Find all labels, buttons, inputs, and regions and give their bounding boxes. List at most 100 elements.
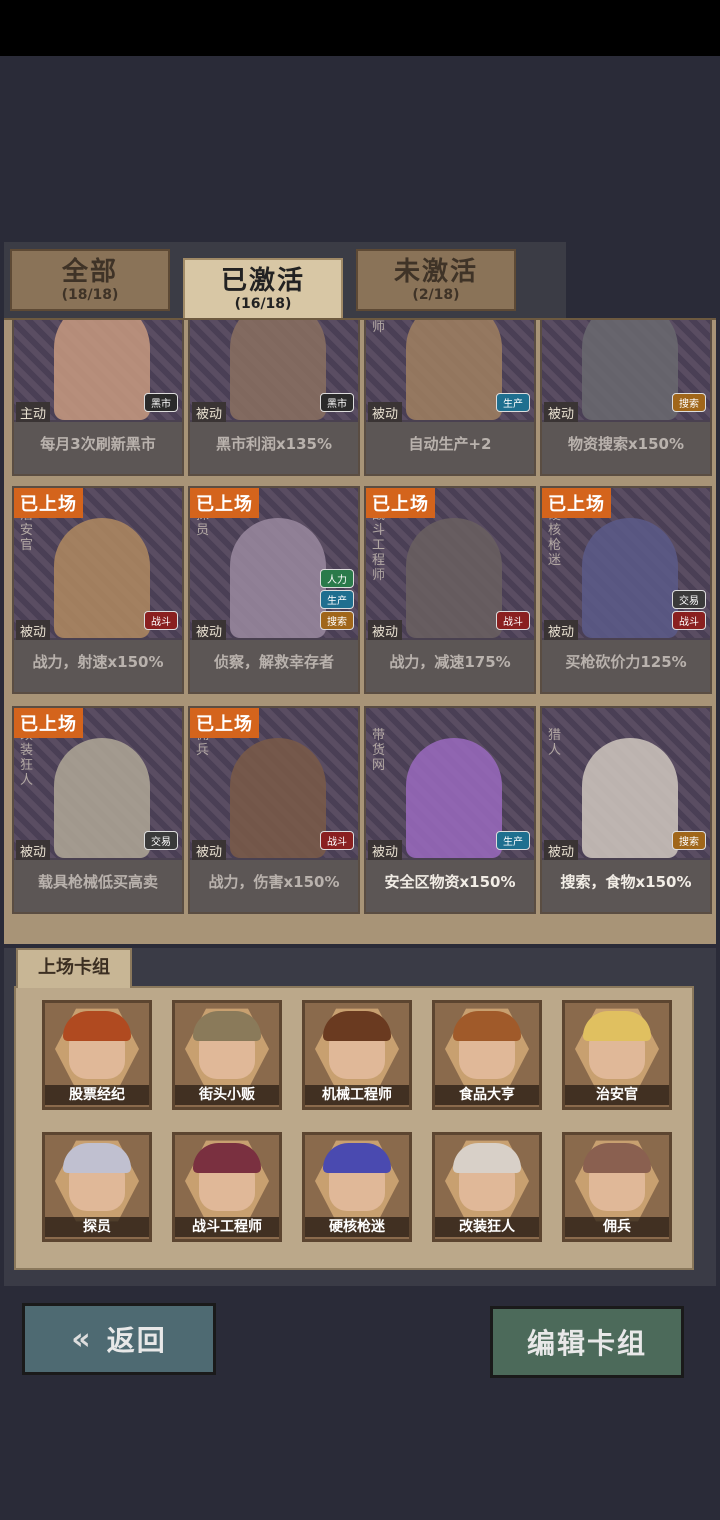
deck-slot[interactable]: 街头小贩 xyxy=(172,1000,282,1110)
card-tags: 人力 生产 搜索 xyxy=(320,569,354,630)
avatar-hair xyxy=(453,1011,521,1041)
card-grid: 经纪主动黑市每月3次刷新黑市小贩被动黑市黑市利润x135%工程师被动生产自动生产… xyxy=(12,320,712,920)
card-tag: 交易 xyxy=(144,831,178,850)
avatar-hair xyxy=(63,1011,131,1041)
card-tags: 黑市 xyxy=(144,393,178,412)
card-panel: 经纪主动黑市每月3次刷新黑市小贩被动黑市黑市利润x135%工程师被动生产自动生产… xyxy=(4,318,716,944)
character-portrait xyxy=(582,320,678,420)
tab-activated[interactable]: 已激活 (16/18) xyxy=(183,258,343,320)
card-tags: 交易 战斗 xyxy=(672,590,706,630)
card-tag: 交易 xyxy=(672,590,706,609)
card-mode: 被动 xyxy=(368,840,403,861)
edit-deck-button-label: 编辑卡组 xyxy=(526,1327,647,1360)
card-description: 战力，射速x150% xyxy=(14,640,182,692)
character-card[interactable]: 佣兵被动战斗战力，伤害x150%已上场 xyxy=(188,706,360,914)
card-role-vertical: 战斗工程师 xyxy=(372,508,386,583)
card-tags: 战斗 xyxy=(144,611,178,630)
deck-slot[interactable]: 探员 xyxy=(42,1132,152,1242)
character-portrait xyxy=(406,518,502,638)
card-tag: 生产 xyxy=(496,831,530,850)
tab-inactive-count: (2/18) xyxy=(412,287,460,303)
onstage-badge: 已上场 xyxy=(190,488,259,518)
character-card[interactable]: 经纪主动黑市每月3次刷新黑市 xyxy=(12,320,184,476)
card-description: 战力，减速175% xyxy=(366,640,534,692)
character-card[interactable]: 战斗工程师被动 战斗战力，减速175% 已上场 xyxy=(364,486,536,694)
avatar-hair xyxy=(323,1143,391,1173)
character-card[interactable]: 改装狂人被动交易载具枪械低买高卖已上场 xyxy=(12,706,184,914)
character-portrait xyxy=(406,320,502,420)
deck-slot[interactable]: 食品大亨 xyxy=(432,1000,542,1110)
deck-slot[interactable]: 股票经纪 xyxy=(42,1000,152,1110)
deck-slot[interactable]: 机械工程师 xyxy=(302,1000,412,1110)
character-card[interactable]: 猎人 被动 搜索 搜索，食物x150% xyxy=(540,706,712,914)
deck-slot-label: 机械工程师 xyxy=(305,1085,409,1105)
character-portrait xyxy=(582,518,678,638)
character-card[interactable]: 硬核枪迷被动交易战斗买枪砍价力125%已上场 xyxy=(540,486,712,694)
character-card[interactable]: 工程师被动 生产自动生产+2 xyxy=(364,320,536,476)
edit-deck-button[interactable]: 编辑卡组 xyxy=(490,1306,684,1378)
card-tags: 搜索 xyxy=(672,393,706,412)
character-card[interactable]: 被动 搜索 物资搜索x150% xyxy=(540,320,712,476)
card-tags: 交易 xyxy=(144,831,178,850)
card-role-vertical: 带货网 xyxy=(372,728,386,773)
tab-inactive[interactable]: 未激活 (2/18) xyxy=(356,249,516,311)
back-button[interactable]: « 返回 xyxy=(22,1303,216,1375)
character-portrait xyxy=(230,738,326,858)
card-mode: 被动 xyxy=(192,620,227,641)
onstage-badge: 已上场 xyxy=(190,708,259,738)
avatar-hair xyxy=(453,1143,521,1173)
character-portrait xyxy=(230,518,326,638)
deck-title: 上场卡组 xyxy=(16,948,132,988)
card-mode: 被动 xyxy=(544,402,579,423)
onstage-badge: 已上场 xyxy=(14,488,83,518)
deck-slot-label: 战斗工程师 xyxy=(175,1217,279,1237)
character-card[interactable]: 带货网被动 生产安全区物资x150% xyxy=(364,706,536,914)
status-bar xyxy=(0,0,720,56)
tab-activated-title: 已激活 xyxy=(220,266,305,296)
character-card[interactable]: 小贩被动黑市黑市利润x135% xyxy=(188,320,360,476)
deck-slot[interactable]: 硬核枪迷 xyxy=(302,1132,412,1242)
avatar-hair xyxy=(193,1011,261,1041)
deck-slot[interactable]: 治安官 xyxy=(562,1000,672,1110)
card-tag: 搜索 xyxy=(672,393,706,412)
card-role-vertical: 工程师 xyxy=(372,320,386,335)
deck-slot-label: 股票经纪 xyxy=(45,1085,149,1105)
deck-slot-label: 探员 xyxy=(45,1217,149,1237)
card-mode: 被动 xyxy=(16,840,51,861)
card-mode: 被动 xyxy=(16,620,51,641)
character-card[interactable]: 治安官被动战斗战力，射速x150%已上场 xyxy=(12,486,184,694)
deck-slot-label: 治安官 xyxy=(565,1085,669,1105)
onstage-badge: 已上场 xyxy=(542,488,611,518)
card-mode: 被动 xyxy=(544,840,579,861)
card-description: 搜索，食物x150% xyxy=(542,860,710,912)
deck-slot-label: 街头小贩 xyxy=(175,1085,279,1105)
card-tag: 人力 xyxy=(320,569,354,588)
card-description: 买枪砍价力125% xyxy=(542,640,710,692)
avatar-hair xyxy=(323,1011,391,1041)
character-portrait xyxy=(54,738,150,858)
deck-slot-label: 佣兵 xyxy=(565,1217,669,1237)
tab-all-title: 全部 xyxy=(61,257,118,287)
deck-slot[interactable]: 战斗工程师 xyxy=(172,1132,282,1242)
card-mode: 被动 xyxy=(368,402,403,423)
card-tags: 生产 xyxy=(496,831,530,850)
character-portrait xyxy=(406,738,502,858)
card-description: 战力，伤害x150% xyxy=(190,860,358,912)
deck-slot-label: 改装狂人 xyxy=(435,1217,539,1237)
character-card[interactable]: 探员被动人力生产搜索侦察，解救幸存者已上场 xyxy=(188,486,360,694)
card-description: 黑市利润x135% xyxy=(190,422,358,474)
avatar-hair xyxy=(193,1143,261,1173)
tab-all[interactable]: 全部 (18/18) xyxy=(10,249,170,311)
avatar-hair xyxy=(583,1011,651,1041)
avatar-hair xyxy=(583,1143,651,1173)
card-tag: 黑市 xyxy=(144,393,178,412)
character-portrait xyxy=(54,518,150,638)
card-tags: 黑市 xyxy=(320,393,354,412)
card-tags: 战斗 xyxy=(496,611,530,630)
card-description: 侦察，解救幸存者 xyxy=(190,640,358,692)
deck-slot[interactable]: 改装狂人 xyxy=(432,1132,542,1242)
deck-slot-label: 食品大亨 xyxy=(435,1085,539,1105)
card-description: 安全区物资x150% xyxy=(366,860,534,912)
deck-slot[interactable]: 佣兵 xyxy=(562,1132,672,1242)
card-tag: 战斗 xyxy=(672,611,706,630)
